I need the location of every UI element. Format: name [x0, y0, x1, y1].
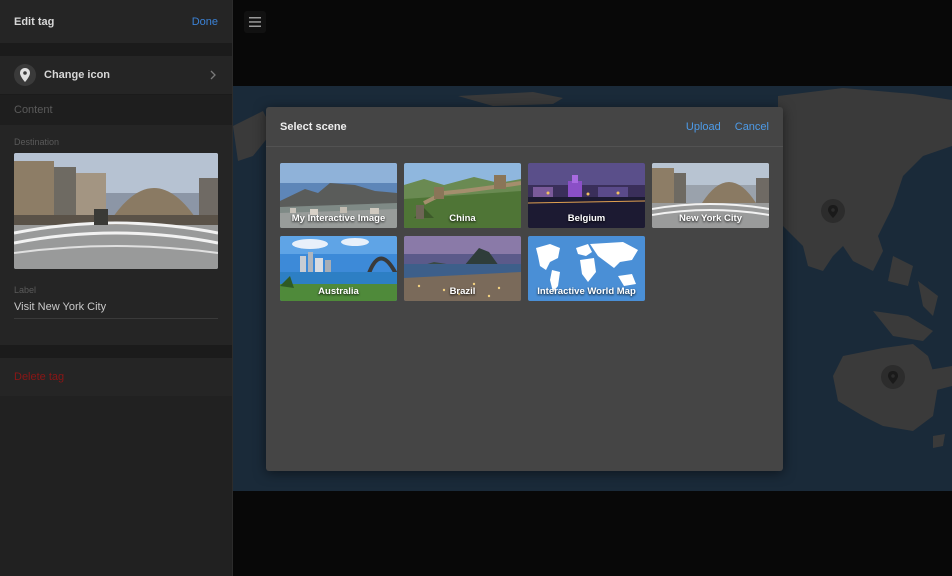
scene-label: New York City: [678, 213, 742, 224]
upload-button[interactable]: Upload: [686, 121, 721, 133]
scene-belgium[interactable]: Belgium: [528, 163, 645, 228]
delete-tag-button[interactable]: Delete tag: [0, 358, 232, 396]
divider: [0, 43, 232, 56]
hamburger-menu-icon[interactable]: [244, 11, 266, 33]
destination-thumbnail[interactable]: [14, 153, 218, 269]
scene-label: Brazil: [449, 286, 476, 297]
label-field: Label Visit New York City: [14, 269, 218, 319]
modal-title: Select scene: [280, 120, 347, 133]
scene-new-york-city[interactable]: New York City: [652, 163, 769, 228]
select-scene-modal: Select scene Upload Cancel My Interactiv…: [266, 107, 783, 471]
scene-grid: My Interactive Image China Belgium New Y…: [280, 163, 769, 301]
modal-header: Select scene Upload Cancel: [266, 107, 783, 147]
modal-actions: Upload Cancel: [686, 121, 769, 133]
scene-china[interactable]: China: [404, 163, 521, 228]
delete-tag-label: Delete tag: [14, 371, 65, 383]
edit-tag-panel: Edit tag Done Change icon Content Destin…: [0, 0, 233, 576]
change-icon-label: Change icon: [44, 69, 111, 81]
chevron-right-icon: [210, 70, 216, 80]
top-bar: [233, 0, 952, 86]
scene-label: My Interactive Image: [291, 213, 386, 224]
scene-label: Belgium: [567, 213, 606, 224]
app-root: Edit tag Done Change icon Content Destin…: [0, 0, 952, 576]
label-input[interactable]: Visit New York City: [14, 301, 218, 319]
scene-my-interactive-image[interactable]: My Interactive Image: [280, 163, 397, 228]
scene-brazil[interactable]: Brazil: [404, 236, 521, 301]
scene-label: China: [449, 213, 476, 224]
scene-label: Interactive World Map: [537, 286, 636, 297]
scene-interactive-world-map[interactable]: Interactive World Map: [528, 236, 645, 301]
divider: [0, 345, 232, 358]
panel-title: Edit tag: [14, 15, 55, 28]
change-icon-button[interactable]: Change icon: [0, 56, 232, 95]
destination-label: Destination: [14, 137, 60, 147]
scene-label: Australia: [318, 286, 359, 297]
destination-field: Destination Label Visit New York City: [0, 125, 232, 345]
bottom-bar: [233, 491, 952, 576]
panel-header: Edit tag Done: [0, 0, 232, 43]
content-section-label: Content: [0, 95, 232, 125]
done-button[interactable]: Done: [192, 16, 218, 28]
map-pin-icon: [14, 64, 36, 86]
cancel-button[interactable]: Cancel: [735, 121, 769, 133]
scene-australia[interactable]: Australia: [280, 236, 397, 301]
label-field-label: Label: [14, 285, 37, 295]
